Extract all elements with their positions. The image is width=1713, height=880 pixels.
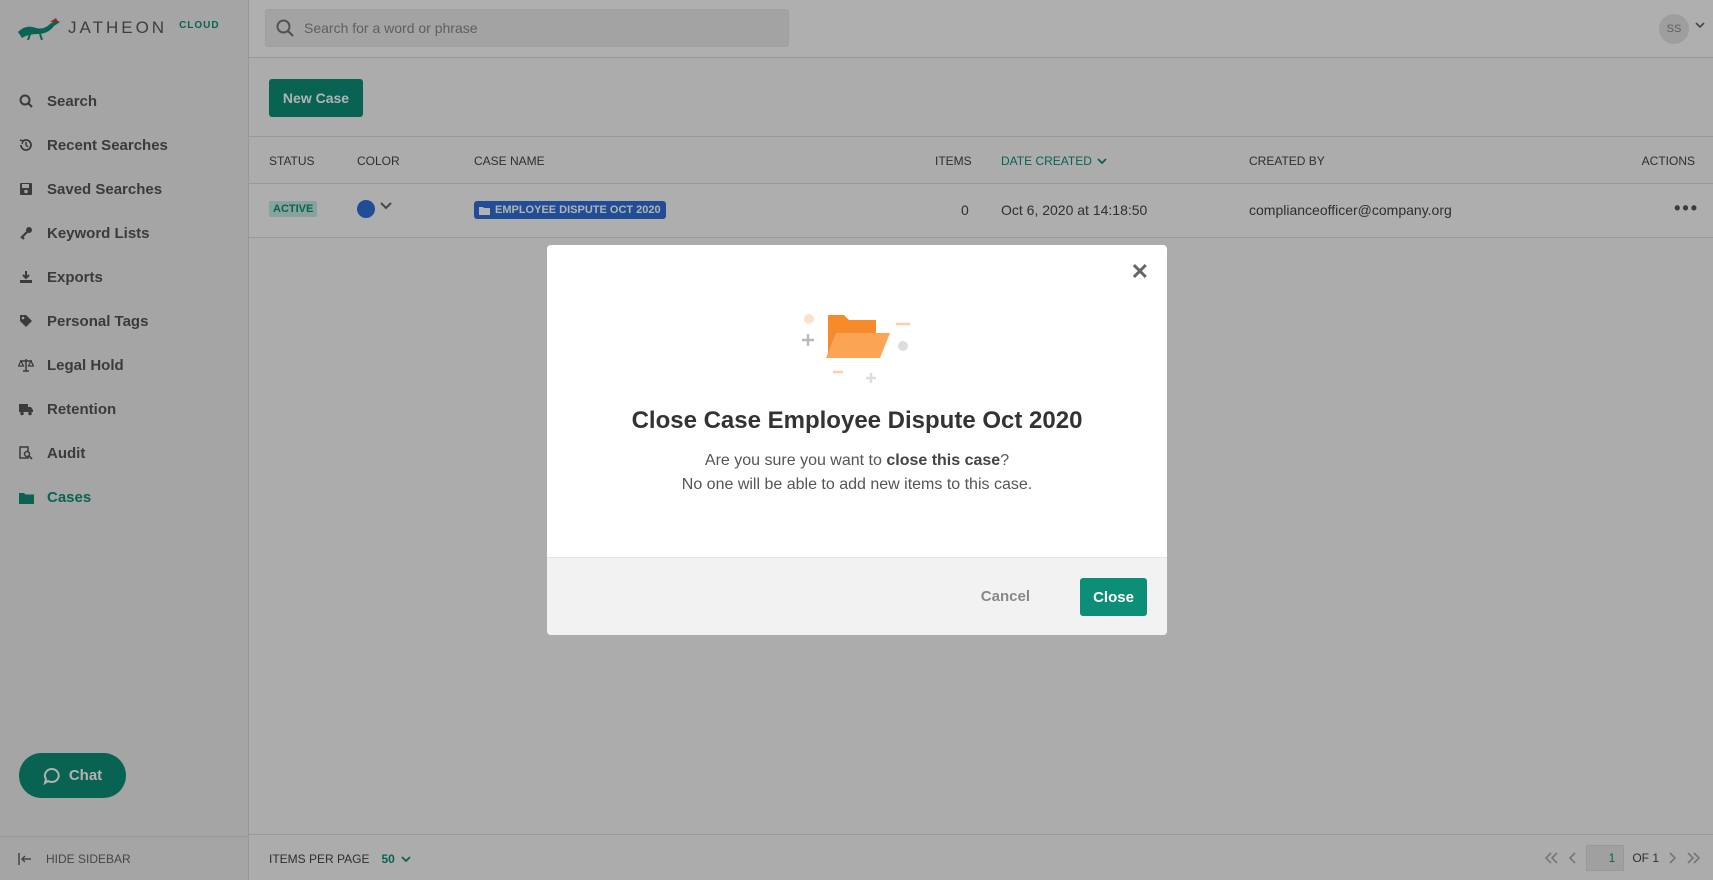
dialog-message-prefix: Are you sure you want to [704,452,887,469]
open-folder-illustration-icon [802,314,910,383]
dialog-message-suffix: ? [1000,452,1010,469]
close-icon[interactable]: ✕ [1131,259,1149,285]
cancel-button[interactable]: Cancel [981,588,1030,605]
dialog-footer: Cancel Close [547,557,1167,635]
dialog-message-emphasis: close this case [886,452,1001,469]
confirm-close-case-button[interactable]: Close [1080,578,1147,616]
close-case-dialog: ✕ Close Case Employee Dispute Oct 2020 A… [547,245,1167,635]
dialog-message-line2: No one will be able to add new items to … [681,476,1033,493]
dialog-message: Are you sure you want to close this case… [547,449,1167,497]
dialog-title: Close Case Employee Dispute Oct 2020 [631,407,1083,434]
dialog-message-line1: Are you sure you want to close this case… [547,449,1167,473]
